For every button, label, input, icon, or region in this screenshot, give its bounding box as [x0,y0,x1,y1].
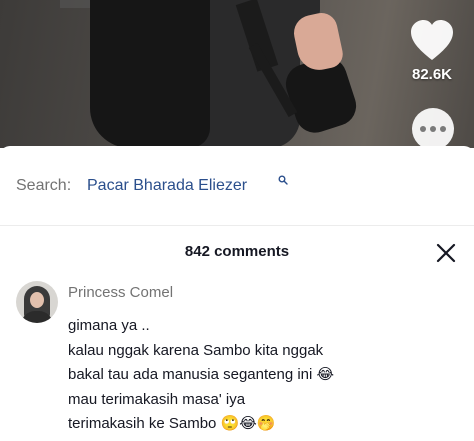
more-dots-icon [420,126,426,132]
comments-sheet: Search: Pacar Bharada Eliezer 842 commen… [0,146,474,441]
video-player[interactable]: 82.6K [0,0,474,148]
video-frame-detail [90,0,210,148]
close-button[interactable] [434,241,458,265]
comments-count: 842 comments [184,243,290,260]
like-count: 82.6K [411,66,453,83]
comment-line: mau terimakasih masa' iya [68,390,246,408]
search-icon [278,175,288,185]
avatar-detail [30,292,44,308]
more-options-button[interactable] [412,108,454,148]
like-button[interactable] [408,18,456,64]
comment-line: bakal tau ada manusia seganteng ini 😂 [68,366,335,383]
comment-text: gimana ya .. kalau nggak karena Sambo ki… [68,314,468,437]
comment-username[interactable]: Princess Comel [68,284,173,301]
more-dots-icon [430,126,436,132]
search-prefix: Search: [16,177,72,194]
search-query-link[interactable]: Pacar Bharada Eliezer [87,177,247,195]
comment-line: gimana ya .. [68,317,150,334]
close-icon [436,243,456,263]
avatar[interactable] [16,281,58,323]
comment-line: terimakasih ke Sambo 🙄😂🤭 [68,415,276,432]
more-dots-icon [440,126,446,132]
comment-line: kalau nggak karena Sambo kita nggak [68,341,324,359]
search-suggestion[interactable]: Search: Pacar Bharada Eliezer [0,146,474,226]
heart-icon [411,20,453,60]
